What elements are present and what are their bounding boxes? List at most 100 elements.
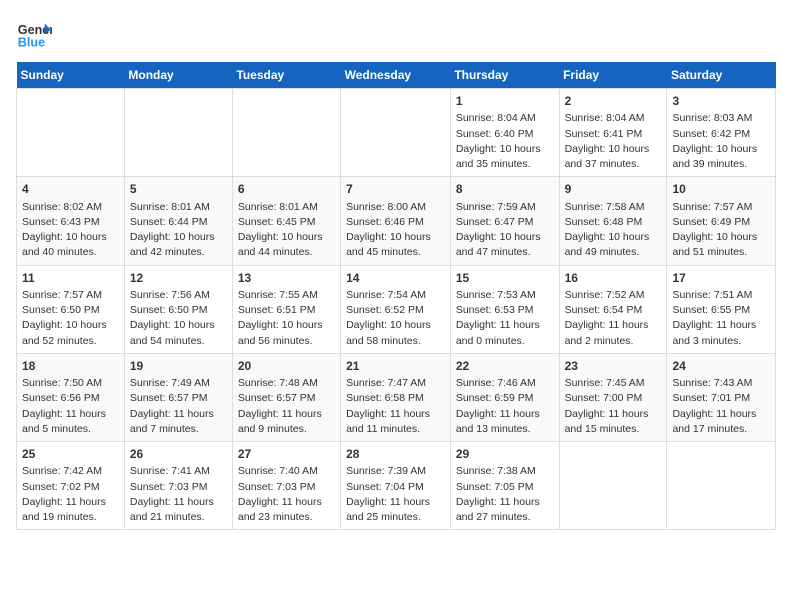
- day-cell: 9Sunrise: 7:58 AMSunset: 6:48 PMDaylight…: [559, 177, 667, 265]
- day-info: Daylight: 11 hours and 2 minutes.: [565, 318, 662, 348]
- day-info: Daylight: 10 hours and 49 minutes.: [565, 230, 662, 260]
- week-row-2: 4Sunrise: 8:02 AMSunset: 6:43 PMDaylight…: [17, 177, 776, 265]
- day-info: Daylight: 10 hours and 56 minutes.: [238, 318, 335, 348]
- header-cell-saturday: Saturday: [667, 62, 776, 89]
- day-number: 29: [456, 446, 554, 463]
- day-info: Sunset: 6:46 PM: [346, 215, 445, 230]
- day-info: Sunset: 7:00 PM: [565, 391, 662, 406]
- day-number: 14: [346, 270, 445, 287]
- day-cell: 24Sunrise: 7:43 AMSunset: 7:01 PMDayligh…: [667, 353, 776, 441]
- day-info: Daylight: 10 hours and 47 minutes.: [456, 230, 554, 260]
- day-info: Sunrise: 7:48 AM: [238, 376, 335, 391]
- day-info: Sunset: 6:57 PM: [238, 391, 335, 406]
- day-number: 13: [238, 270, 335, 287]
- day-cell: 7Sunrise: 8:00 AMSunset: 6:46 PMDaylight…: [341, 177, 451, 265]
- day-info: Sunrise: 8:04 AM: [565, 111, 662, 126]
- day-info: Sunrise: 7:43 AM: [672, 376, 770, 391]
- day-info: Sunrise: 8:02 AM: [22, 200, 119, 215]
- day-info: Daylight: 10 hours and 58 minutes.: [346, 318, 445, 348]
- day-info: Sunset: 6:49 PM: [672, 215, 770, 230]
- calendar-header-row: SundayMondayTuesdayWednesdayThursdayFrid…: [17, 62, 776, 89]
- day-info: Daylight: 11 hours and 15 minutes.: [565, 407, 662, 437]
- day-number: 18: [22, 358, 119, 375]
- day-info: Daylight: 10 hours and 35 minutes.: [456, 142, 554, 172]
- day-cell: 5Sunrise: 8:01 AMSunset: 6:44 PMDaylight…: [124, 177, 232, 265]
- day-info: Sunrise: 7:51 AM: [672, 288, 770, 303]
- day-number: 28: [346, 446, 445, 463]
- day-info: Sunset: 6:43 PM: [22, 215, 119, 230]
- day-number: 5: [130, 181, 227, 198]
- day-cell: 28Sunrise: 7:39 AMSunset: 7:04 PMDayligh…: [341, 442, 451, 530]
- day-number: 7: [346, 181, 445, 198]
- day-cell: 3Sunrise: 8:03 AMSunset: 6:42 PMDaylight…: [667, 89, 776, 177]
- day-info: Sunrise: 7:56 AM: [130, 288, 227, 303]
- day-number: 1: [456, 93, 554, 110]
- day-info: Sunset: 6:58 PM: [346, 391, 445, 406]
- day-cell: [667, 442, 776, 530]
- day-cell: [124, 89, 232, 177]
- day-info: Sunset: 7:02 PM: [22, 480, 119, 495]
- day-number: 15: [456, 270, 554, 287]
- day-number: 9: [565, 181, 662, 198]
- day-cell: 17Sunrise: 7:51 AMSunset: 6:55 PMDayligh…: [667, 265, 776, 353]
- day-info: Daylight: 11 hours and 19 minutes.: [22, 495, 119, 525]
- day-info: Sunset: 6:52 PM: [346, 303, 445, 318]
- day-number: 11: [22, 270, 119, 287]
- day-info: Sunset: 6:48 PM: [565, 215, 662, 230]
- day-info: Sunrise: 7:38 AM: [456, 464, 554, 479]
- day-cell: 25Sunrise: 7:42 AMSunset: 7:02 PMDayligh…: [17, 442, 125, 530]
- day-info: Sunset: 6:50 PM: [130, 303, 227, 318]
- day-info: Sunrise: 7:50 AM: [22, 376, 119, 391]
- day-info: Sunrise: 8:01 AM: [238, 200, 335, 215]
- day-info: Sunset: 6:56 PM: [22, 391, 119, 406]
- day-cell: [232, 89, 340, 177]
- day-cell: 14Sunrise: 7:54 AMSunset: 6:52 PMDayligh…: [341, 265, 451, 353]
- day-cell: 18Sunrise: 7:50 AMSunset: 6:56 PMDayligh…: [17, 353, 125, 441]
- week-row-5: 25Sunrise: 7:42 AMSunset: 7:02 PMDayligh…: [17, 442, 776, 530]
- day-info: Daylight: 10 hours and 37 minutes.: [565, 142, 662, 172]
- day-info: Sunset: 6:59 PM: [456, 391, 554, 406]
- day-number: 16: [565, 270, 662, 287]
- day-info: Sunset: 6:42 PM: [672, 127, 770, 142]
- day-info: Sunset: 7:01 PM: [672, 391, 770, 406]
- day-number: 17: [672, 270, 770, 287]
- day-number: 23: [565, 358, 662, 375]
- day-number: 26: [130, 446, 227, 463]
- day-info: Sunset: 7:03 PM: [238, 480, 335, 495]
- day-info: Sunset: 6:55 PM: [672, 303, 770, 318]
- day-cell: [17, 89, 125, 177]
- logo: General Blue: [16, 16, 56, 52]
- day-info: Sunrise: 7:40 AM: [238, 464, 335, 479]
- day-cell: 2Sunrise: 8:04 AMSunset: 6:41 PMDaylight…: [559, 89, 667, 177]
- day-info: Sunset: 6:41 PM: [565, 127, 662, 142]
- header-cell-monday: Monday: [124, 62, 232, 89]
- day-cell: 11Sunrise: 7:57 AMSunset: 6:50 PMDayligh…: [17, 265, 125, 353]
- day-info: Daylight: 11 hours and 23 minutes.: [238, 495, 335, 525]
- header-cell-wednesday: Wednesday: [341, 62, 451, 89]
- day-info: Sunset: 6:50 PM: [22, 303, 119, 318]
- day-cell: 1Sunrise: 8:04 AMSunset: 6:40 PMDaylight…: [450, 89, 559, 177]
- day-cell: 22Sunrise: 7:46 AMSunset: 6:59 PMDayligh…: [450, 353, 559, 441]
- day-number: 10: [672, 181, 770, 198]
- day-info: Sunrise: 7:57 AM: [672, 200, 770, 215]
- day-info: Daylight: 10 hours and 45 minutes.: [346, 230, 445, 260]
- day-cell: 27Sunrise: 7:40 AMSunset: 7:03 PMDayligh…: [232, 442, 340, 530]
- day-number: 24: [672, 358, 770, 375]
- day-info: Daylight: 10 hours and 40 minutes.: [22, 230, 119, 260]
- day-info: Daylight: 10 hours and 39 minutes.: [672, 142, 770, 172]
- day-info: Sunset: 6:54 PM: [565, 303, 662, 318]
- day-info: Sunrise: 7:54 AM: [346, 288, 445, 303]
- day-number: 8: [456, 181, 554, 198]
- day-cell: [559, 442, 667, 530]
- day-cell: 13Sunrise: 7:55 AMSunset: 6:51 PMDayligh…: [232, 265, 340, 353]
- day-info: Daylight: 11 hours and 5 minutes.: [22, 407, 119, 437]
- day-info: Daylight: 11 hours and 27 minutes.: [456, 495, 554, 525]
- logo-icon: General Blue: [16, 16, 52, 52]
- day-number: 12: [130, 270, 227, 287]
- day-cell: 10 Sunrise: 7:57 AMSunset: 6:49 PMDayligh…: [667, 177, 776, 265]
- day-info: Sunrise: 7:39 AM: [346, 464, 445, 479]
- day-info: Sunrise: 7:41 AM: [130, 464, 227, 479]
- header-cell-friday: Friday: [559, 62, 667, 89]
- day-info: Sunrise: 7:53 AM: [456, 288, 554, 303]
- day-info: Daylight: 10 hours and 51 minutes.: [672, 230, 770, 260]
